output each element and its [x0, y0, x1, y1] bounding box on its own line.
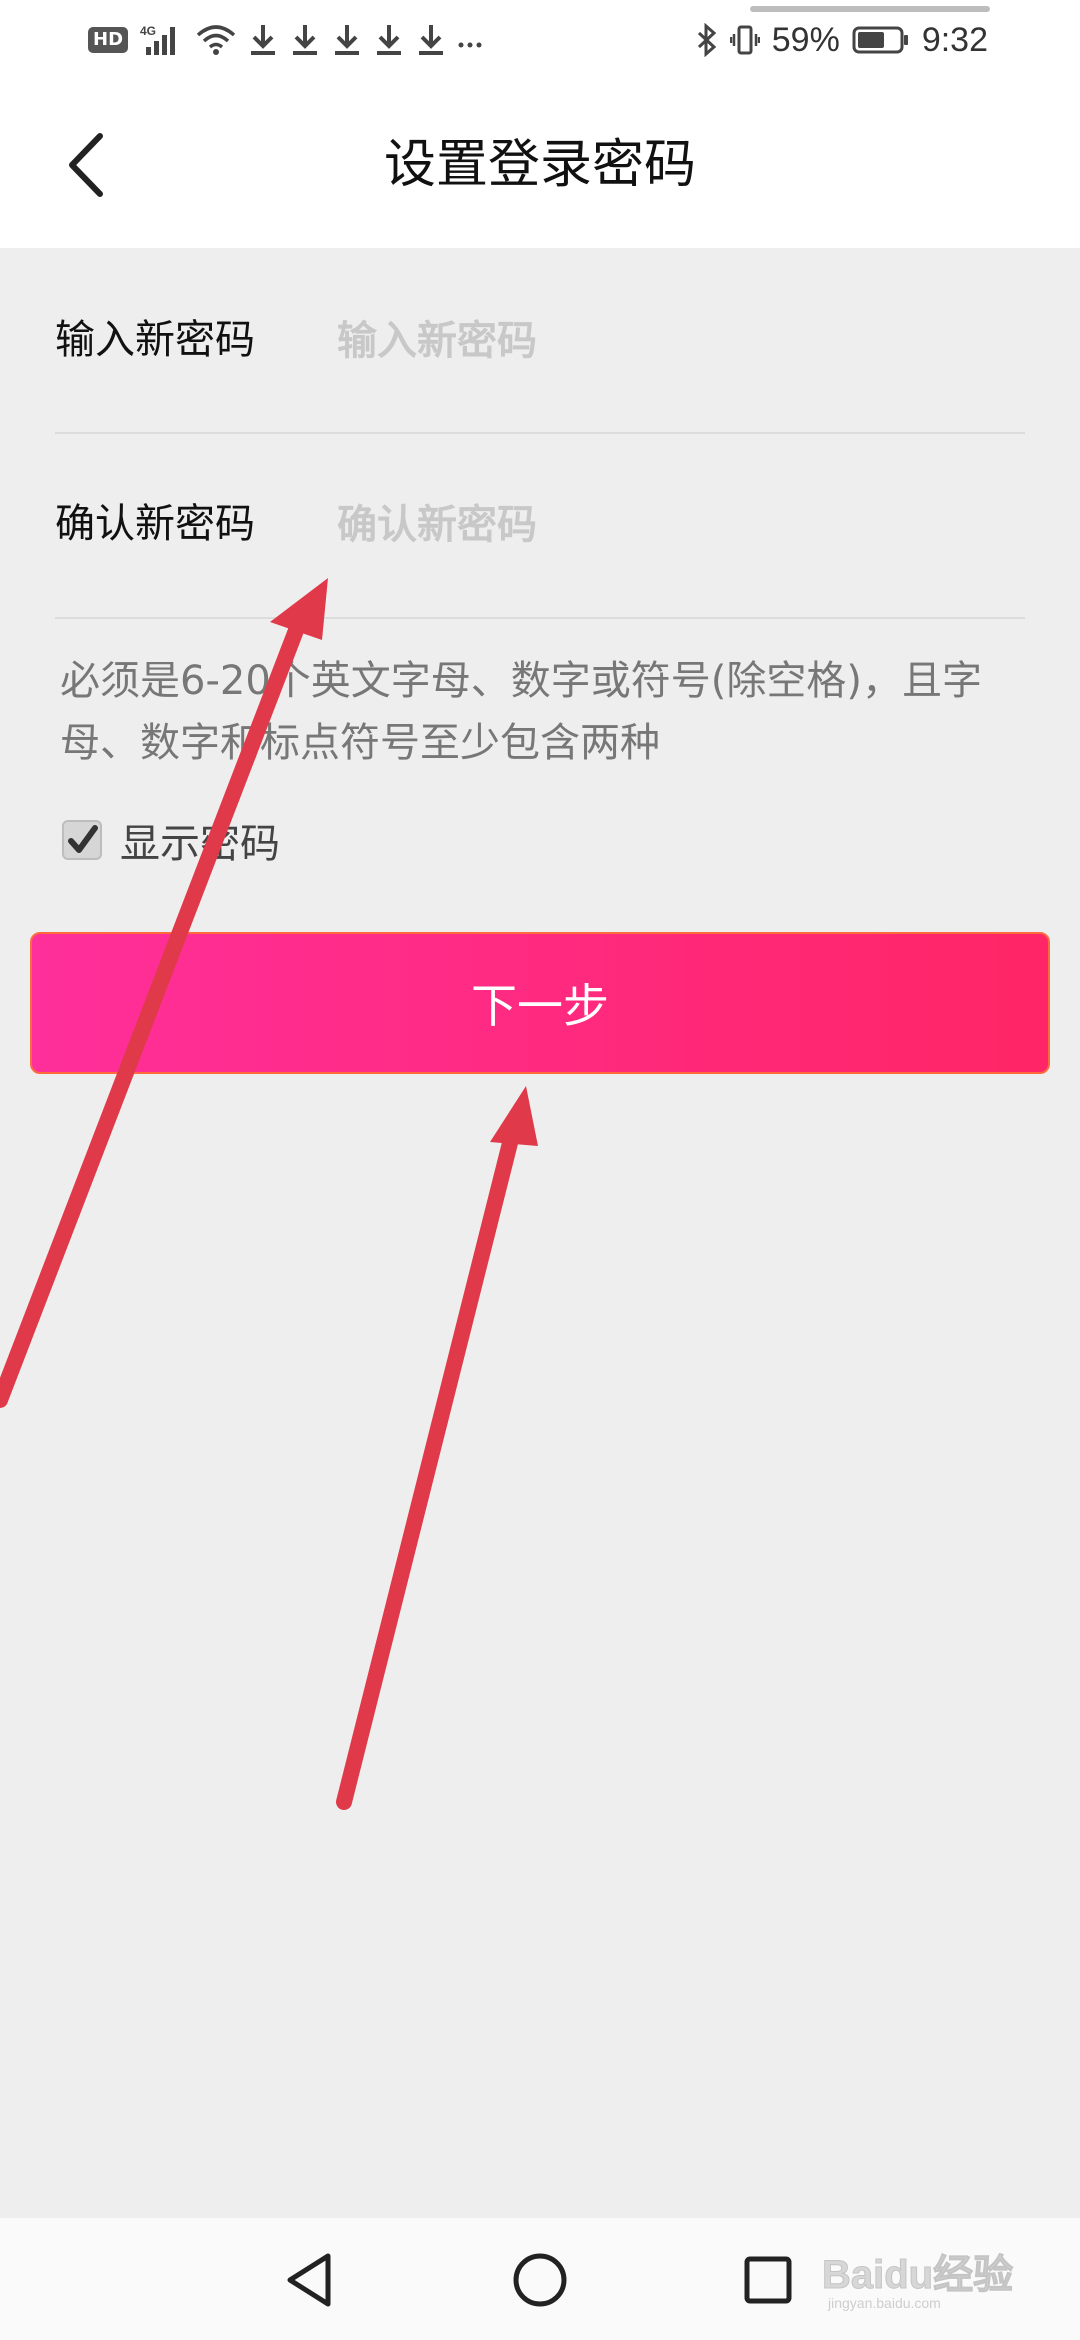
battery-icon: [852, 23, 910, 57]
confirm-password-label: 确认新密码: [55, 501, 255, 547]
battery-percent: 59%: [771, 20, 840, 59]
svg-text:jingyan.baidu.com: jingyan.baidu.com: [827, 2295, 941, 2311]
new-password-row: 输入新密码: [55, 280, 1025, 400]
page-header: 设置登录密码: [0, 80, 1080, 248]
divider: [55, 432, 1025, 434]
download-icon: [416, 23, 446, 57]
system-nav-bar: Baidu经验 jingyan.baidu.com: [0, 2218, 1080, 2340]
wifi-icon: [196, 23, 236, 57]
annotation-arrow: [336, 1086, 538, 1810]
divider: [55, 617, 1025, 619]
status-time: 9:32: [921, 20, 988, 59]
nav-home-icon: [513, 2253, 567, 2307]
download-icon: [290, 23, 320, 57]
hd-badge: HD: [88, 27, 129, 53]
download-icon: [374, 23, 404, 57]
nav-recent-button[interactable]: [736, 2248, 800, 2312]
bluetooth-icon: [696, 23, 718, 57]
show-password-label: 显示密码: [120, 821, 280, 867]
more-icon: [458, 23, 482, 57]
show-password-checkbox[interactable]: [62, 820, 102, 860]
status-pill-indicator: [750, 6, 990, 12]
baidu-jingyan-watermark: Baidu经验 jingyan.baidu.com: [822, 2242, 1022, 2320]
status-left-group: HD 4G: [88, 18, 482, 62]
next-step-button[interactable]: 下一步: [30, 932, 1050, 1074]
nav-back-button[interactable]: [278, 2248, 342, 2312]
nav-recent-icon: [744, 2256, 792, 2304]
svg-text:Baidu经验: Baidu经验: [822, 2253, 1013, 2297]
status-bar: HD 4G 59% 9:32: [0, 0, 1080, 80]
new-password-label: 输入新密码: [55, 317, 255, 363]
baidu-logo-icon: Baidu经验 jingyan.baidu.com: [822, 2253, 1014, 2312]
nav-back-icon: [287, 2253, 331, 2307]
confirm-password-input[interactable]: [335, 494, 999, 556]
show-password-toggle[interactable]: 显示密码: [62, 808, 280, 872]
status-right-group: 59% 9:32: [696, 18, 988, 62]
checkmark-icon: [68, 825, 98, 853]
network-type-label: 4G: [140, 24, 156, 38]
confirm-password-row: 确认新密码: [55, 464, 1025, 584]
download-icon: [248, 23, 278, 57]
new-password-input[interactable]: [335, 310, 999, 372]
nav-home-button[interactable]: [508, 2248, 572, 2312]
vibrate-icon: [729, 23, 760, 57]
download-icon: [332, 23, 362, 57]
signal-icon: 4G: [140, 23, 184, 57]
page-title: 设置登录密码: [383, 135, 696, 195]
password-rules-hint: 必须是6-20个英文字母、数字或符号(除空格)，且字母、数字和标点符号至少包含两…: [60, 658, 982, 766]
